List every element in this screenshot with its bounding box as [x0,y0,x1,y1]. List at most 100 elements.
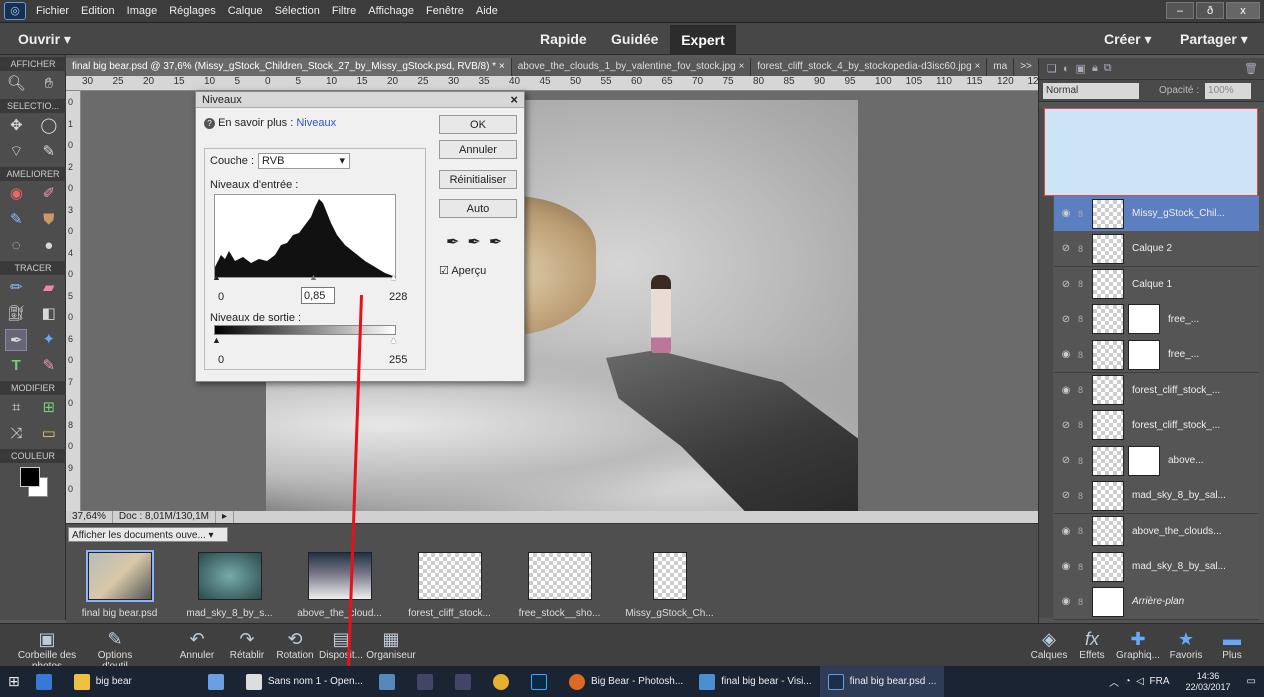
hidden-eye-icon[interactable]: ⊘ [1054,455,1078,466]
recompose-tool-icon[interactable]: ⊞ [38,397,60,419]
input-black-value[interactable]: 0 [218,291,224,303]
dialog-close-icon[interactable]: × [510,92,518,107]
link-icon[interactable]: 8 [1078,244,1092,254]
black-eyedropper-icon[interactable]: ✒︎ [446,234,467,251]
red-eye-icon[interactable]: ◉ [5,183,27,205]
graphics-button[interactable]: ✚ Graphiq... [1112,628,1164,661]
share-button[interactable]: Partager ▾ [1180,31,1248,48]
hidden-eye-icon[interactable]: ⊘ [1054,420,1078,431]
hidden-eye-icon[interactable]: ⊘ [1054,490,1078,501]
doc-tab-above-clouds[interactable]: above_the_clouds_1_by_valentine_fov_stoc… [511,57,752,76]
menu-calque[interactable]: Calque [228,5,263,17]
eraser-tool-icon[interactable]: ▰ [38,277,60,299]
opacity-input[interactable]: 100% [1205,82,1252,99]
link-icon[interactable]: 8 [1078,314,1092,324]
mode-rapide-tab[interactable]: Rapide [540,31,587,47]
hidden-eye-icon[interactable]: ⊘ [1054,243,1078,254]
lasso-tool-icon[interactable]: ⌔ [5,141,27,163]
menu-fichier[interactable]: Fichier [36,5,69,17]
mode-expert-tab[interactable]: Expert [670,25,736,55]
organizer-button[interactable]: ▦ Organiseur [366,628,416,661]
thumb-forest-cliff[interactable]: forest_cliff_stock... [402,552,497,619]
link-icon[interactable]: 8 [1078,385,1092,395]
status-arrow-icon[interactable]: ▸ [216,511,234,523]
lock-all-icon[interactable]: ⧉ [1104,62,1112,75]
lock-icon[interactable]: 🔒︎ [1092,62,1098,75]
link-icon[interactable]: 8 [1078,597,1092,607]
link-icon[interactable]: 8 [1078,562,1092,572]
menu-image[interactable]: Image [127,5,158,17]
close-tab-icon[interactable]: × [738,61,744,72]
output-black-value[interactable]: 0 [218,354,224,366]
menu-selection[interactable]: Sélection [275,5,320,17]
visibility-eye-icon[interactable]: ◉ [1054,208,1078,219]
output-white-value[interactable]: 255 [389,354,407,366]
adjustment-layer-icon[interactable]: ◐ [1063,63,1070,75]
clock[interactable]: 14:36 22/03/2017 [1178,666,1239,697]
zoom-level[interactable]: 37,64% [66,511,113,523]
taskbar-icon-3[interactable] [447,666,485,697]
thumb-final-big-bear[interactable]: final big bear.psd [72,550,167,619]
favorites-button[interactable]: ★ Favoris [1166,628,1206,661]
clone-stamp-icon[interactable]: ⛊ [38,209,60,231]
effects-button[interactable]: fx Effets [1072,628,1112,661]
taskbar-item-final-psd[interactable]: final big bear.psd ... [819,666,945,697]
more-button[interactable]: ▬ Plus [1214,628,1250,661]
menu-fenetre[interactable]: Fenêtre [426,5,464,17]
layer-row[interactable]: ◉ 8 free_... [1054,337,1259,374]
move-tool-icon[interactable]: ✥ [5,115,27,137]
input-gamma-field[interactable]: 0,85 [301,287,335,304]
layer-mask-thumbnail[interactable] [1128,445,1160,476]
link-icon[interactable]: 8 [1078,350,1092,360]
blur-tool-icon[interactable]: ◌ [5,235,27,257]
layer-row[interactable]: ⊘ 8 forest_cliff_stock_... [1054,407,1259,444]
link-icon[interactable]: 8 [1078,456,1092,466]
create-button[interactable]: Créer ▾ [1104,31,1152,48]
menu-affichage[interactable]: Affichage [368,5,414,17]
mode-guidee-tab[interactable]: Guidée [611,31,658,47]
visibility-eye-icon[interactable]: ◉ [1054,596,1078,607]
layer-mask-icon[interactable]: ▣ [1076,62,1086,75]
trash-icon[interactable]: 🗑︎ [1244,62,1258,75]
link-icon[interactable]: 8 [1078,526,1092,536]
layer-row[interactable]: ◉ 8 Arrière-plan [1054,584,1259,621]
gradient-tool-icon[interactable]: ◧ [38,303,60,325]
open-button[interactable]: Ouvrir ▾ [18,31,71,48]
link-icon[interactable]: 8 [1078,279,1092,289]
language-indicator[interactable]: FRA [1150,676,1170,687]
visibility-eye-icon[interactable]: ◉ [1054,385,1078,396]
output-black-slider-icon[interactable]: ▲ [212,335,221,345]
taskbar-media-icon[interactable] [28,666,66,697]
layer-mask-thumbnail[interactable] [1128,339,1160,370]
input-white-slider-icon[interactable]: ▲ [389,272,398,282]
layer-row[interactable]: ◉ 8 forest_cliff_stock_... [1054,372,1259,409]
color-swatches[interactable] [0,463,65,503]
layer-row[interactable]: ◉ 8 Missy_gStock_Chil... [1054,196,1259,232]
taskbar-icon-ps[interactable] [523,666,561,697]
taskbar-icon-chrome[interactable] [485,666,523,697]
layer-row[interactable]: ⊘ 8 Calque 2 [1054,231,1259,268]
help-link[interactable]: Niveaux [296,117,336,129]
content-move-icon[interactable]: ⤨ [5,423,27,445]
input-gamma-slider-icon[interactable]: ▲ [309,272,318,282]
auto-button[interactable]: Auto [439,199,517,218]
taskbar-item-big-bear[interactable]: big bear [66,666,140,697]
input-black-slider-icon[interactable]: ▲ [212,272,221,282]
layers-button[interactable]: ◈ Calques [1028,628,1070,661]
doc-tab-ma[interactable]: ma [987,57,1015,76]
taskbar-icon-2[interactable] [409,666,447,697]
thumb-above-clouds[interactable]: above_the_cloud... [292,552,387,619]
undo-button[interactable]: ↶ Annuler [174,628,220,661]
crop-tool-icon[interactable]: ⌗ [5,397,27,419]
start-button[interactable]: ⊞ [0,666,28,697]
custom-shape-icon[interactable]: ✦ [38,329,60,351]
channel-select[interactable]: RVB ▾ [258,153,351,169]
close-tab-icon[interactable]: × [499,61,505,72]
layer-row[interactable]: ⊘ 8 mad_sky_8_by_sal... [1054,478,1259,515]
input-white-value[interactable]: 228 [389,291,407,303]
preview-checkbox[interactable]: ☑ Aperçu [439,264,486,277]
reset-button[interactable]: Réinitialiser [439,170,517,189]
thumb-free-stock[interactable]: free_stock__sho... [512,552,607,619]
link-icon[interactable]: 8 [1078,420,1092,430]
pencil-tool-icon[interactable]: ✎ [38,355,60,377]
